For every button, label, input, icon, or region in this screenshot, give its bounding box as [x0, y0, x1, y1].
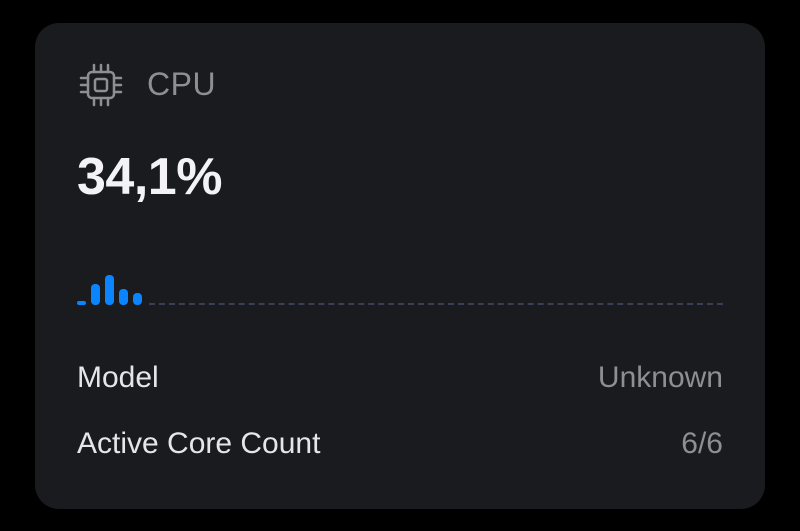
- sparkline-bar: [133, 293, 142, 304]
- sparkline-bar: [105, 275, 114, 305]
- sparkline-bar: [119, 289, 128, 304]
- info-row-model: Model Unknown: [77, 345, 723, 411]
- sparkline-bar: [77, 301, 86, 305]
- info-row-cores: Active Core Count 6/6: [77, 411, 723, 477]
- card-title: CPU: [147, 66, 216, 103]
- model-value: Unknown: [598, 361, 723, 395]
- model-label: Model: [77, 361, 159, 395]
- cpu-icon: [77, 61, 125, 109]
- cores-value: 6/6: [681, 427, 723, 461]
- chart-baseline: [149, 303, 723, 305]
- card-header: CPU: [77, 61, 723, 109]
- cpu-usage-sparkline: [77, 271, 723, 305]
- cpu-card: CPU 34,1% Model Unknown Active Core Coun…: [35, 23, 765, 509]
- cores-label: Active Core Count: [77, 427, 320, 461]
- sparkline-bar: [91, 284, 100, 305]
- cpu-usage-percent: 34,1%: [77, 147, 723, 207]
